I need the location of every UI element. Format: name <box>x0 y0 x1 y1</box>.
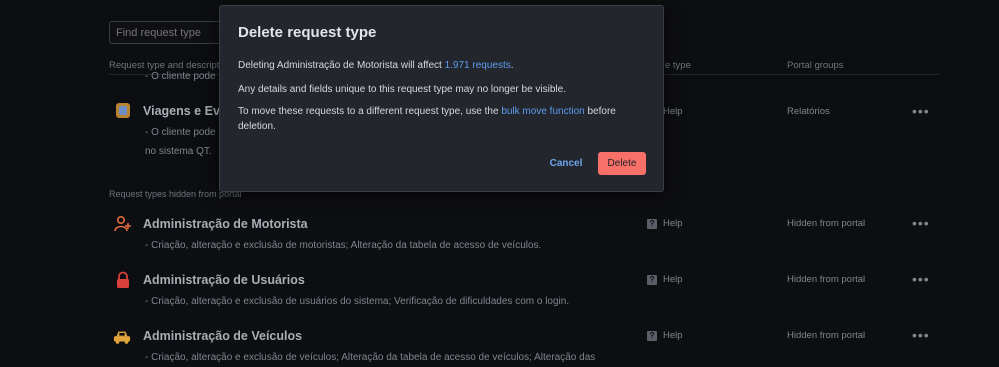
issue-type-cell: ? Help <box>647 330 683 341</box>
request-type-description: - O cliente pode <box>145 127 216 138</box>
help-icon: ? <box>647 274 657 285</box>
portal-group-cell: Relatórios <box>787 106 830 117</box>
cancel-button[interactable]: Cancel <box>544 152 588 175</box>
issue-type-label: Help <box>663 274 683 285</box>
request-type-description-cont: no sistema QT. <box>145 146 212 157</box>
more-actions-button[interactable]: ••• <box>912 215 930 231</box>
portal-group-cell: Hidden from portal <box>787 330 866 341</box>
request-type-description: - Criação, alteração e exclusão de motor… <box>145 240 542 251</box>
request-type-description: - Criação, alteração e exclusão de veícu… <box>145 352 596 363</box>
delete-request-type-dialog: Delete request type Deleting Administraç… <box>219 5 664 192</box>
issue-type-label: Help <box>663 218 683 229</box>
request-type-title[interactable]: Administração de Usuários <box>143 273 305 287</box>
affected-suffix: . <box>510 60 514 71</box>
issue-type-label: Help <box>663 330 683 341</box>
help-icon: ? <box>647 330 657 341</box>
column-header-issue-type: e type <box>665 60 691 71</box>
row-description-clipped: - O cliente pode <box>145 71 216 82</box>
request-type-description: - Criação, alteração e exclusão de usuár… <box>145 296 570 307</box>
issue-type-cell: ? Help <box>647 218 683 229</box>
dialog-move-text: To move these requests to a different re… <box>238 104 648 134</box>
more-actions-button[interactable]: ••• <box>912 271 930 287</box>
issue-type-label: Help <box>663 106 683 117</box>
delete-button[interactable]: Delete <box>598 152 646 175</box>
more-actions-button[interactable]: ••• <box>912 327 930 343</box>
search-input[interactable] <box>109 21 224 44</box>
lock-icon <box>117 271 129 288</box>
bulk-move-link[interactable]: bulk move function <box>501 106 584 117</box>
dialog-affected-text: Deleting Administração de Motorista will… <box>238 58 648 73</box>
dialog-warning-text: Any details and fields unique to this re… <box>238 84 566 95</box>
add-person-icon <box>114 215 131 232</box>
request-type-title[interactable]: Viagens e Eve <box>143 104 227 118</box>
affected-prefix: Deleting Administração de Motorista will… <box>238 60 445 71</box>
dialog-title: Delete request type <box>238 24 377 41</box>
travel-icon <box>116 103 130 118</box>
column-header-request-type: Request type and descriptio <box>109 60 227 71</box>
request-types-page: Request type and descriptio e type Porta… <box>0 0 999 367</box>
portal-group-cell: Hidden from portal <box>787 218 866 229</box>
portal-group-cell: Hidden from portal <box>787 274 866 285</box>
affected-requests-link[interactable]: 1.971 requests <box>445 60 511 71</box>
request-type-title[interactable]: Administração de Veículos <box>143 329 302 343</box>
more-actions-button[interactable]: ••• <box>912 103 930 119</box>
move-prefix: To move these requests to a different re… <box>238 106 502 117</box>
column-header-portal-groups: Portal groups <box>787 60 844 71</box>
help-icon: ? <box>647 218 657 229</box>
request-type-title[interactable]: Administração de Motorista <box>143 217 308 231</box>
issue-type-cell: ? Help <box>647 274 683 285</box>
car-icon <box>113 331 131 344</box>
